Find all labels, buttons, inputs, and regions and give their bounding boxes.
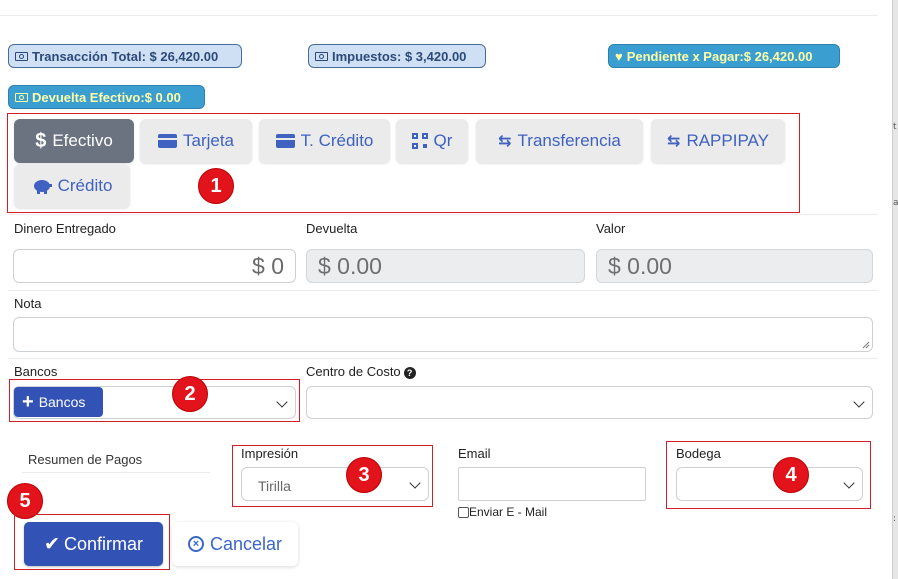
dollar-icon: $ <box>35 129 47 152</box>
taxes-badge: Impuestos: $ 3,420.00 <box>308 44 486 68</box>
money-icon <box>315 51 328 61</box>
enviar-email-checkbox[interactable] <box>458 506 469 518</box>
help-icon[interactable]: ? <box>403 366 416 379</box>
devuelta-label: Devuelta <box>306 221 358 236</box>
chevron-down-icon <box>853 396 865 408</box>
check-icon: ✔ <box>44 533 60 555</box>
tab-t-credito[interactable]: T. Crédito <box>259 119 390 163</box>
tab-transferencia[interactable]: ⇆ Transferencia <box>476 119 643 163</box>
nota-textarea[interactable] <box>13 317 873 352</box>
chevron-down-icon <box>843 477 855 489</box>
resumen-divider <box>22 472 210 473</box>
transaction-total-text: Transacción Total: $ 26,420.00 <box>32 48 219 64</box>
annotation-marker-2: 2 <box>172 376 208 412</box>
tab-rappipay[interactable]: ⇆ RAPPIPAY <box>651 119 785 163</box>
dinero-entregado-label: Dinero Entregado <box>14 221 116 236</box>
nota-label: Nota <box>14 296 42 311</box>
chevron-down-icon <box>276 396 288 408</box>
pending-badge: ♥ Pendiente x Pagar:$ 26,420.00 <box>608 44 840 68</box>
impresion-label: Impresión <box>241 446 299 461</box>
bodega-label: Bodega <box>676 446 721 461</box>
tab-tarjeta[interactable]: Tarjeta <box>140 119 252 163</box>
devuelta-field: $ 0.00 <box>306 249 585 283</box>
change-text: Devuelta Efectivo:$ 0.00 <box>32 89 181 105</box>
money-icon <box>15 51 28 61</box>
section-divider <box>8 358 878 359</box>
top-divider <box>0 15 878 16</box>
confirm-button[interactable]: ✔ Confirmar <box>24 522 163 566</box>
dinero-entregado-input[interactable]: $ 0 <box>13 249 296 283</box>
edge-mark: : <box>893 514 897 524</box>
cancel-button[interactable]: × Cancelar <box>172 522 298 566</box>
bodega-select[interactable] <box>676 467 863 501</box>
edge-mark: a <box>893 198 898 208</box>
exchange-icon: ⇆ <box>667 133 681 150</box>
change-badge: Devuelta Efectivo:$ 0.00 <box>8 85 205 109</box>
section-divider <box>8 290 878 291</box>
email-label: Email <box>458 446 491 461</box>
window-edge-scrollbar[interactable] <box>892 0 898 579</box>
credit-card-icon <box>157 134 177 148</box>
tab-efectivo[interactable]: $ Efectivo <box>14 119 134 163</box>
enviar-email-option[interactable]: Enviar E - Mail <box>458 505 547 519</box>
exchange-icon: ⇆ <box>498 133 512 150</box>
valor-field: $ 0.00 <box>596 249 873 283</box>
add-bancos-button[interactable]: + Bancos <box>14 387 103 417</box>
annotation-marker-4: 4 <box>773 457 809 493</box>
bancos-label: Bancos <box>14 364 58 379</box>
tab-qr[interactable]: Qr <box>396 119 468 163</box>
resize-handle-icon[interactable] <box>862 341 870 349</box>
piggy-bank-icon <box>33 180 52 194</box>
centro-costo-select[interactable] <box>306 386 873 419</box>
taxes-text: Impuestos: $ 3,420.00 <box>332 48 467 64</box>
close-circle-icon: × <box>187 536 204 552</box>
heart-pulse-icon: ♥ <box>615 48 623 64</box>
section-divider <box>8 214 878 215</box>
plus-icon: + <box>22 391 34 413</box>
qr-code-icon <box>411 133 428 149</box>
transaction-total-badge: Transacción Total: $ 26,420.00 <box>8 44 242 68</box>
centro-costo-label: Centro de Costo? <box>306 364 416 379</box>
tab-credito[interactable]: Crédito <box>14 164 130 208</box>
edge-mark: t <box>893 122 897 132</box>
annotation-marker-3: 3 <box>346 457 382 493</box>
money-icon <box>15 92 28 102</box>
credit-card-icon <box>275 134 295 148</box>
email-input[interactable] <box>458 467 646 501</box>
impresion-select[interactable]: Tirilla <box>241 467 429 501</box>
valor-label: Valor <box>596 221 626 236</box>
resumen-pagos-label: Resumen de Pagos <box>28 452 143 467</box>
annotation-marker-1: 1 <box>198 168 234 204</box>
pending-text: Pendiente x Pagar:$ 26,420.00 <box>626 48 813 64</box>
